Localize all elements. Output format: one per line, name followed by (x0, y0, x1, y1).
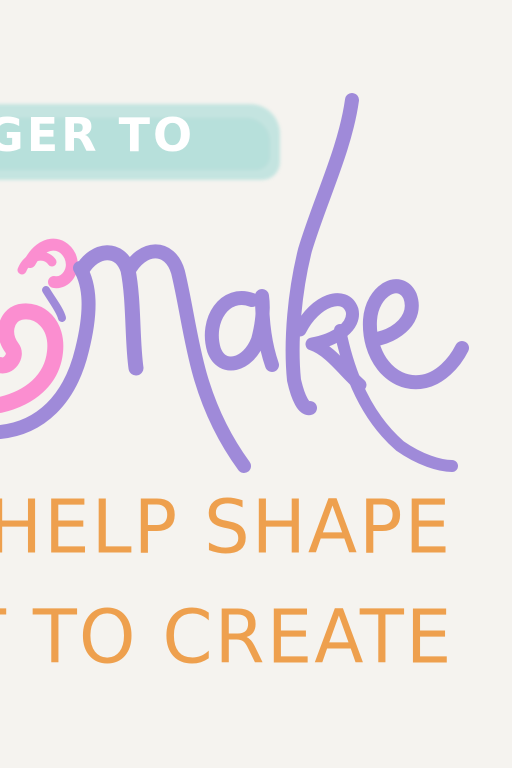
text-line-2: T TO CREATE (0, 593, 454, 681)
canvas: GER TO HELP SHAPE T TO CREATE (0, 0, 512, 768)
text-line-1: HELP SHAPE (0, 483, 453, 571)
pink-swirl-icon (0, 238, 78, 413)
